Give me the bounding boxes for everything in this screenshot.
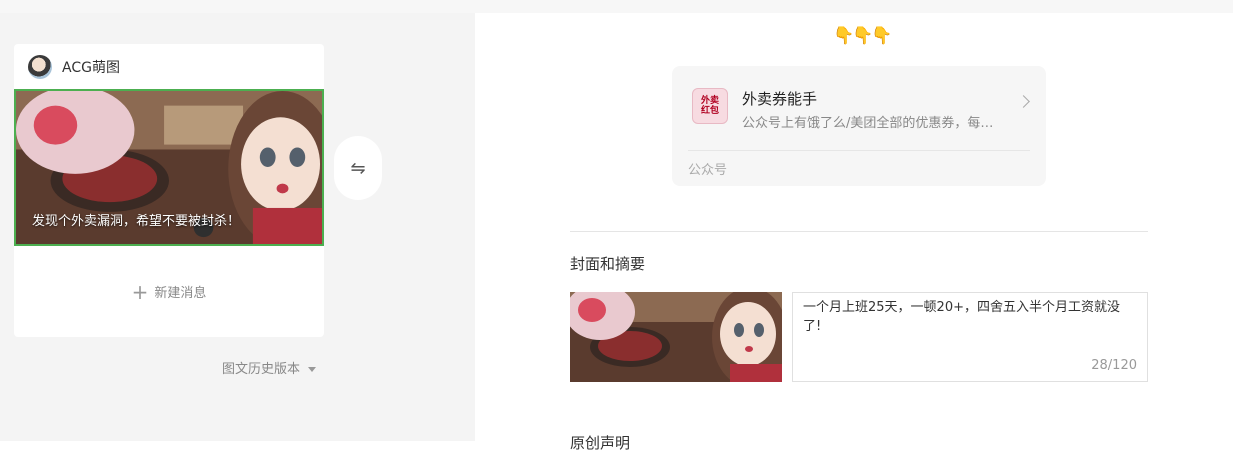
swap-icon-button[interactable]: ⇋ — [334, 136, 382, 200]
account-name: ACG萌图 — [62, 60, 120, 76]
official-account-type: 公众号 — [688, 163, 728, 178]
plus-icon: + — [131, 280, 149, 304]
caret-down-icon — [308, 367, 317, 372]
card-divider — [688, 150, 1030, 151]
history-label: 图文历史版本 — [222, 362, 301, 377]
new-message-label: 新建消息 — [154, 286, 207, 301]
cover-summary-heading: 封面和摘要 — [570, 255, 646, 273]
logo-text-line2: 红包 — [700, 106, 719, 116]
official-account-name: 外卖券能手 — [742, 90, 818, 108]
article-cover-selected[interactable]: 发现个外卖漏洞，希望不要被封杀！ — [14, 89, 324, 246]
official-account-logo: 外卖 红包 — [692, 88, 728, 124]
history-version-dropdown[interactable]: 图文历史版本 — [222, 358, 317, 377]
cover-title: 发现个外卖漏洞，希望不要被封杀！ — [32, 214, 241, 229]
account-header: ACG萌图 — [28, 54, 120, 80]
pointing-down-emojis: 👇👇👇 — [833, 26, 892, 46]
chevron-right-icon — [1017, 95, 1030, 108]
cover-thumbnail[interactable] — [570, 292, 782, 382]
article-card: ACG萌图 发现个外卖漏洞，希望不要被封杀！ + 新建消息 — [14, 44, 324, 337]
section-divider — [570, 231, 1148, 232]
cover-thumbnail-image — [570, 292, 782, 382]
swap-icon: ⇋ — [350, 157, 366, 179]
summary-text: 一个月上班25天，一顿20+，四舍五入半个月工资就没了! — [803, 300, 1120, 334]
account-avatar — [28, 55, 52, 79]
original-declaration-heading: 原创声明 — [570, 434, 631, 452]
new-message-button[interactable]: + 新建消息 — [14, 280, 324, 304]
official-account-card[interactable]: 外卖 红包 外卖券能手 公众号上有饿了么/美团全部的优惠券，每天都能领取 公众号 — [672, 66, 1046, 186]
summary-char-count: 28/120 — [1091, 358, 1137, 373]
official-account-description: 公众号上有饿了么/美团全部的优惠券，每天都能领取 — [742, 116, 1004, 131]
top-strip — [0, 0, 1233, 13]
summary-textarea[interactable]: 一个月上班25天，一顿20+，四舍五入半个月工资就没了! 28/120 — [792, 292, 1148, 382]
logo-text-line1: 外卖 — [700, 96, 719, 106]
